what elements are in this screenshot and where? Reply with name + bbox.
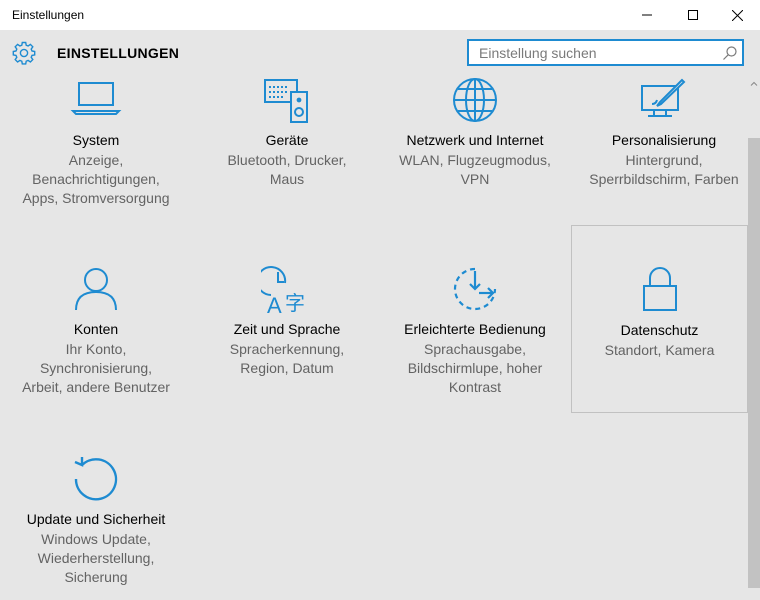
tile-name: Datenschutz xyxy=(620,322,699,338)
tile-description-line: Region, Datum xyxy=(240,360,334,376)
tile-name: System xyxy=(72,132,120,148)
tile-description-line: Wiederherstellung, xyxy=(37,550,155,566)
tile-description-line: Hintergrund, xyxy=(625,152,703,168)
tile-description: Standort, Kamera xyxy=(572,341,747,360)
tile-name: Update und Sicherheit xyxy=(26,511,166,527)
tile-description: Sprachausgabe, Bildschirmlupe, hoher Kontr… xyxy=(387,340,563,397)
tile-description-line: Apps, Stromversorgung xyxy=(22,190,170,206)
tile-description: WLAN, Flugzeugmodus, VPN xyxy=(387,151,563,189)
devices-icon xyxy=(264,79,308,123)
tile-description-line: Sperrbildschirm, Farben xyxy=(589,171,739,187)
search-icon[interactable] xyxy=(722,45,738,61)
title-bar: Einstellungen xyxy=(0,0,760,30)
tile-description-line: Sicherung xyxy=(64,569,128,585)
tile-description-line: Bluetooth, Drucker, xyxy=(227,152,347,168)
search-box[interactable] xyxy=(467,39,744,66)
scrollbar-thumb[interactable] xyxy=(748,138,760,588)
tile-description-line: WLAN, Flugzeugmodus, xyxy=(399,152,551,168)
tile-description-line: Anzeige, xyxy=(68,152,124,168)
settings-tile-erleichterte-bedienung[interactable]: Erleichterte Bedienung Sprachausgabe, Bild… xyxy=(387,225,563,413)
maximize-button[interactable] xyxy=(670,0,716,30)
lock-icon xyxy=(642,267,677,311)
tile-name: Netzwerk und Internet xyxy=(406,132,544,148)
minimize-button[interactable] xyxy=(624,0,670,30)
tile-description: Windows Update, Wiederherstellung, Sicheru… xyxy=(8,530,184,587)
tile-description-line: Ihr Konto, xyxy=(65,341,127,357)
svg-text:A: A xyxy=(267,293,282,315)
settings-tile-zeit-und-sprache[interactable]: A 字 Zeit und Sprache Spracherkennung, Region… xyxy=(199,225,375,413)
settings-tile-konten[interactable]: Konten Ihr Konto, Synchronisierung, Arbeit,… xyxy=(8,225,184,413)
tile-description: Ihr Konto, Synchronisierung, Arbeit, ander… xyxy=(8,340,184,397)
tile-description: Hintergrund, Sperrbildschirm, Farben xyxy=(576,151,752,189)
tile-description-line: Benachrichtigungen, xyxy=(32,171,160,187)
tile-name: Geräte xyxy=(265,132,309,148)
tile-name: Konten xyxy=(73,321,119,337)
tile-name: Personalisierung xyxy=(611,132,717,148)
close-button[interactable] xyxy=(714,0,760,30)
minimize-icon xyxy=(642,14,652,16)
settings-tile-update-und-sicherheit[interactable]: Update und Sicherheit Windows Update, Wied… xyxy=(8,415,184,600)
ease-of-access-icon xyxy=(453,267,497,311)
scrollbar[interactable] xyxy=(748,78,760,600)
tile-description: Anzeige, Benachrichtigungen, Apps, Stromve… xyxy=(8,151,184,208)
close-icon xyxy=(731,9,743,21)
tile-name: Zeit und Sprache xyxy=(233,321,341,337)
search-input[interactable] xyxy=(469,41,719,64)
tile-description-line: Arbeit, andere Benutzer xyxy=(22,379,170,395)
maximize-icon xyxy=(688,10,698,20)
tile-description-line: Synchronisierung, xyxy=(39,360,153,376)
person-icon xyxy=(75,268,117,311)
laptop-icon xyxy=(70,82,122,115)
tile-description-line: Sprachausgabe, xyxy=(424,341,526,357)
tile-description-line: Maus xyxy=(269,171,305,187)
tile-description-line: VPN xyxy=(460,171,490,187)
svg-text:字: 字 xyxy=(285,291,305,315)
tile-description: Spracherkennung, Region, Datum xyxy=(199,340,375,378)
tile-description-line: Kontrast xyxy=(448,379,502,395)
tile-name: Erleichterte Bedienung xyxy=(404,321,546,337)
personalization-icon xyxy=(641,78,686,117)
globe-icon xyxy=(453,78,497,122)
scroll-up-icon[interactable] xyxy=(748,78,760,90)
tile-description-line: Spracherkennung, xyxy=(229,341,345,357)
settings-tile-datenschutz[interactable]: Datenschutz Standort, Kamera xyxy=(571,225,748,413)
page-title: EINSTELLUNGEN xyxy=(57,45,180,61)
tile-description: Bluetooth, Drucker, Maus xyxy=(199,151,375,189)
time-language-icon: A字 xyxy=(261,266,305,315)
tile-description-line: Windows Update, xyxy=(41,531,151,547)
tile-description-line: Standort, Kamera xyxy=(604,342,715,358)
gear-icon xyxy=(12,41,36,65)
update-icon xyxy=(74,457,118,501)
window-title: Einstellungen xyxy=(12,8,85,22)
tile-description-line: Bildschirmlupe, hoher xyxy=(407,360,543,376)
